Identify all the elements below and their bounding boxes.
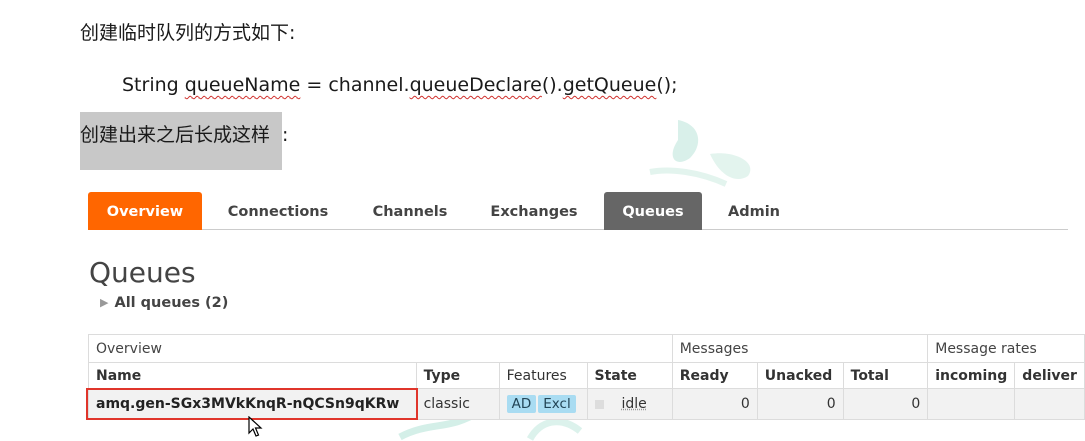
col-ready[interactable]: Ready: [671, 362, 758, 389]
doc-heading-2: 创建出来之后长成这样:: [80, 112, 289, 170]
code-method-1: queueDeclare: [409, 74, 542, 96]
state-label: idle: [621, 396, 647, 412]
code-prefix: String: [122, 74, 185, 96]
doc-heading-1: 创建临时队列的方式如下:: [80, 22, 296, 44]
expand-triangle-icon: ▶: [100, 296, 109, 309]
tab-admin[interactable]: Admin: [714, 192, 794, 230]
col-unacked[interactable]: Unacked: [756, 362, 844, 389]
feature-badge-excl: Excl: [538, 395, 576, 413]
all-queues-label: All queues (2): [114, 295, 229, 311]
group-message-rates: Message rates: [927, 334, 1085, 363]
col-total[interactable]: Total: [842, 362, 929, 389]
col-state[interactable]: State: [586, 362, 673, 389]
highlighted-text: 创建出来之后长成这样: [80, 112, 283, 170]
tab-queues[interactable]: Queues: [604, 192, 702, 230]
group-overview: Overview: [88, 334, 673, 363]
code-mid-2: ().: [541, 74, 563, 96]
total-count: 0: [842, 388, 929, 420]
mouse-cursor-icon: [248, 416, 263, 437]
col-type[interactable]: Type: [415, 362, 500, 389]
watermark-graphic: [649, 120, 751, 187]
tab-channels[interactable]: Channels: [358, 192, 462, 230]
heading-colon: :: [282, 124, 289, 146]
ready-count: 0: [671, 388, 758, 420]
main-nav-tabs: Overview Connections Channels Exchanges …: [88, 192, 1068, 230]
col-name[interactable]: Name: [88, 362, 417, 389]
code-snippet: String queueName = channel.queueDeclare(…: [122, 74, 678, 96]
code-suffix: ();: [656, 74, 678, 96]
code-method-2: getQueue: [562, 74, 657, 96]
tab-connections[interactable]: Connections: [214, 192, 342, 230]
incoming-rate: [927, 388, 1016, 420]
code-var: queueName: [184, 74, 301, 96]
state-indicator-icon: [594, 399, 604, 409]
code-mid: = channel.: [300, 74, 410, 96]
queue-type: classic: [415, 388, 500, 420]
page-title: Queues: [89, 256, 196, 289]
tab-exchanges[interactable]: Exchanges: [478, 192, 590, 230]
group-messages: Messages: [671, 334, 929, 363]
tab-overview[interactable]: Overview: [88, 192, 202, 230]
deliver-rate: [1014, 388, 1085, 420]
queue-features: AD Excl: [498, 388, 588, 420]
unacked-count: 0: [756, 388, 844, 420]
feature-badge-ad: AD: [506, 395, 537, 413]
col-incoming[interactable]: incoming: [927, 362, 1016, 389]
col-features: Features: [498, 362, 588, 389]
queue-state: idle: [586, 388, 673, 420]
col-deliver[interactable]: deliver: [1014, 362, 1085, 389]
all-queues-toggle[interactable]: ▶ All queues (2): [100, 295, 228, 311]
